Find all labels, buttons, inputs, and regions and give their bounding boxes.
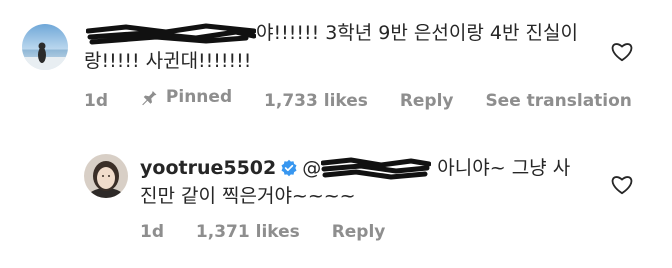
comment-2-time: 1d xyxy=(140,222,164,242)
avatar-commenter-1[interactable] xyxy=(22,24,68,70)
mention-prefix[interactable]: @ xyxy=(302,157,321,179)
comment-1-likes[interactable]: 1,733 likes xyxy=(264,91,368,111)
heart-icon[interactable] xyxy=(611,42,633,66)
comment-1-line1: 야!!!!!! 3학년 9반 은선이랑 4반 진실이 xyxy=(256,22,578,44)
username-yootrue5502[interactable]: yootrue5502 xyxy=(140,157,276,179)
comment-1-time: 1d xyxy=(84,91,108,111)
comment-1-meta: 1d Pinned 1,733 likes Reply See translat… xyxy=(84,87,658,111)
see-translation-button[interactable]: See translation xyxy=(485,91,631,111)
verified-badge-icon xyxy=(281,159,297,177)
heart-icon[interactable] xyxy=(611,175,633,199)
comment-2-line1: 아니야~ 그냥 사 xyxy=(437,157,571,179)
comment-2-reply-button[interactable]: Reply xyxy=(332,222,386,242)
pin-icon xyxy=(142,89,157,106)
comment-2-likes[interactable]: 1,371 likes xyxy=(196,222,300,242)
comment-1: 야!!!!!! 3학년 9반 은선이랑 4반 진실이 랑!!!!! 사귄대!!!… xyxy=(0,0,672,120)
comment-2-meta: 1d 1,371 likes Reply xyxy=(140,222,411,242)
comment-1-reply-button[interactable]: Reply xyxy=(400,91,454,111)
pinned-indicator: Pinned xyxy=(140,87,232,107)
comment-1-line2: 랑!!!!! 사귄대!!!!!!! xyxy=(84,50,252,72)
comment-2-text: yootrue5502 @ 아니야~ 그냥 사 진만 같이 찍은거야~~~~ xyxy=(140,154,610,210)
redaction-scribble xyxy=(321,157,432,179)
comment-2: yootrue5502 @ 아니야~ 그냥 사 진만 같이 찍은거야~~~~ 1… xyxy=(0,140,672,268)
comment-1-text: 야!!!!!! 3학년 9반 은선이랑 4반 진실이 랑!!!!! 사귄대!!!… xyxy=(84,19,604,75)
comment-2-line2: 진만 같이 찍은거야~~~~ xyxy=(140,185,356,207)
avatar-yootrue5502[interactable] xyxy=(84,154,128,198)
redaction-scribble xyxy=(86,23,256,44)
pinned-label: Pinned xyxy=(165,87,233,107)
